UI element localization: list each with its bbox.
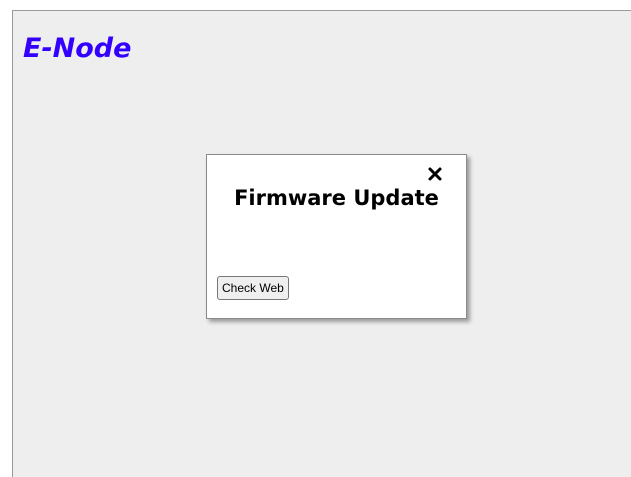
firmware-update-dialog: Firmware Update Check Web (206, 154, 467, 319)
dialog-title: Firmware Update (234, 186, 439, 210)
close-icon[interactable] (426, 165, 444, 183)
check-web-button[interactable]: Check Web (217, 276, 289, 300)
brand-title: E-Node (23, 33, 132, 64)
page-panel: E-Node Firmware Update Check Web (12, 10, 631, 477)
